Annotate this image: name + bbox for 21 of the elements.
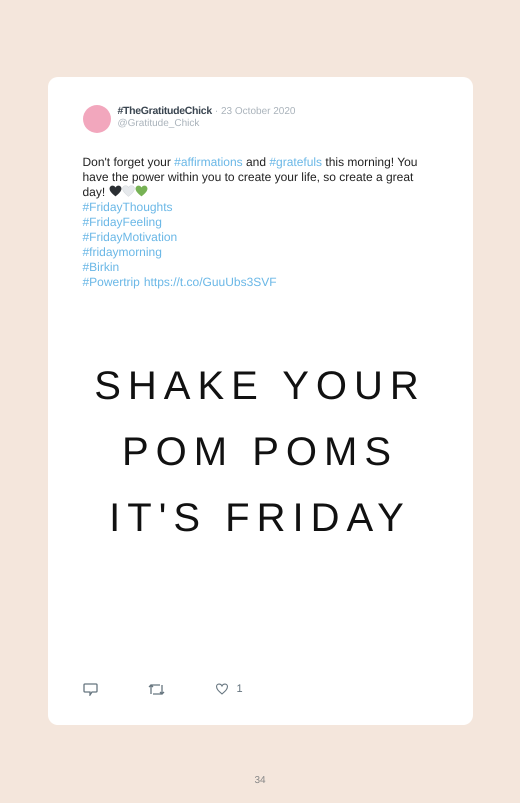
image-caption: POM POMS xyxy=(122,428,398,474)
heart-icon[interactable] xyxy=(214,683,228,695)
url-link[interactable]: https://t.co/GuuUbs3SVF xyxy=(144,275,277,290)
retweet-icon[interactable] xyxy=(148,682,164,696)
hashtag-link[interactable]: #FridayFeeling xyxy=(82,215,162,230)
hashtag-link[interactable]: #FridayMotivation xyxy=(82,230,178,245)
hashtag-link[interactable]: #affirmations xyxy=(174,155,243,169)
tweet-date: · 23 October 2020 xyxy=(214,106,296,117)
display-name[interactable]: #TheGratitudeChick xyxy=(118,105,212,117)
image-caption: SHAKE YOUR xyxy=(94,362,426,408)
tweet-text: Don't forget your #affirmations and #gratefuls this morning! You have the power within you to create your life, so create a great day! xyxy=(82,155,418,200)
reply-icon[interactable] xyxy=(82,682,98,696)
hashtag-link[interactable]: #FridayThoughts xyxy=(82,200,173,215)
hashtag-link[interactable]: #Birkin xyxy=(82,260,120,275)
like-count: 1 xyxy=(236,683,243,695)
hashtag-link[interactable]: #gratefuls xyxy=(269,155,322,169)
page-number: 34 xyxy=(254,775,266,786)
image-caption: IT'S FRIDAY xyxy=(109,494,411,540)
hashtag-link[interactable]: #Powertrip xyxy=(82,275,140,290)
user-handle: @Gratitude_Chick xyxy=(118,118,200,129)
hashtag-link[interactable]: #fridaymorning xyxy=(82,245,162,260)
